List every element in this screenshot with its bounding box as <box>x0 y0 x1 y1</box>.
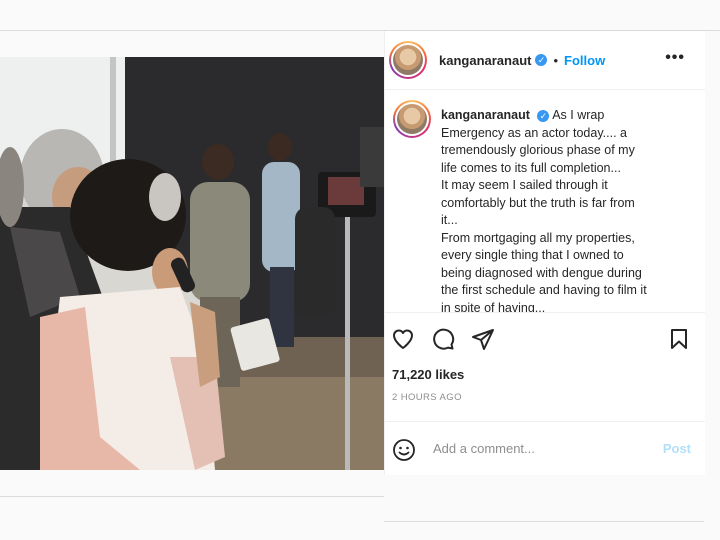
header-username[interactable]: kanganaranaut <box>439 53 531 68</box>
caption-avatar[interactable] <box>393 100 431 138</box>
caption-username[interactable]: kanganaranaut <box>441 108 530 122</box>
post-timestamp[interactable]: 2 HOURS AGO <box>392 392 462 403</box>
post-detail-panel: kanganaranaut ✓ • Follow ••• kanganarana… <box>384 31 705 475</box>
more-icon[interactable]: ••• <box>665 49 685 67</box>
bottom-divider <box>0 496 384 497</box>
likes-count[interactable]: 71,220 likes <box>392 367 464 382</box>
verified-icon: ✓ <box>537 109 550 122</box>
verified-icon: ✓ <box>535 54 548 66</box>
caption-line: tremendously glorious phase of my <box>441 143 635 157</box>
caption-line: the first schedule and having to film it <box>441 283 647 297</box>
share-icon[interactable] <box>471 327 495 351</box>
avatar-image <box>397 104 427 134</box>
comment-bar: Post <box>385 421 705 476</box>
bookmark-icon[interactable] <box>667 327 691 351</box>
caption-area: kanganaranaut ✓ As I wrap Emergency as a… <box>385 90 705 312</box>
post-caption: kanganaranaut ✓ As I wrap Emergency as a… <box>441 107 673 312</box>
caption-line: From mortgaging all my properties, <box>441 230 635 245</box>
caption-line: it... <box>441 213 458 227</box>
separator-dot: • <box>553 52 559 68</box>
caption-line: being diagnosed with dengue during <box>441 265 642 280</box>
caption-line: Emergency as an actor today.... a <box>441 125 627 140</box>
caption-line: in spite of having... <box>441 300 546 313</box>
emoji-icon[interactable] <box>392 438 416 462</box>
post-comment-button[interactable]: Post <box>663 441 691 456</box>
follow-button[interactable]: Follow <box>564 53 605 68</box>
avatar-frame <box>391 43 425 77</box>
film-set-photo <box>0 57 384 470</box>
post-header: kanganaranaut ✓ • Follow ••• <box>385 31 705 90</box>
caption-line: As I wrap <box>552 108 605 122</box>
avatar[interactable] <box>389 41 427 79</box>
post-photo[interactable] <box>0 57 384 470</box>
action-bar <box>385 312 705 373</box>
avatar-image <box>393 45 423 75</box>
comment-icon[interactable] <box>431 327 455 351</box>
caption-line: life comes to its full completion... <box>441 160 621 175</box>
caption-line: every single thing that I owned to <box>441 248 624 262</box>
avatar-frame <box>395 102 429 136</box>
caption-line: comfortably but the truth is far from <box>441 195 635 210</box>
heart-icon[interactable] <box>391 327 415 351</box>
comment-input[interactable] <box>431 440 645 457</box>
bottom-divider <box>384 521 704 522</box>
caption-line: It may seem I sailed through it <box>441 178 608 192</box>
